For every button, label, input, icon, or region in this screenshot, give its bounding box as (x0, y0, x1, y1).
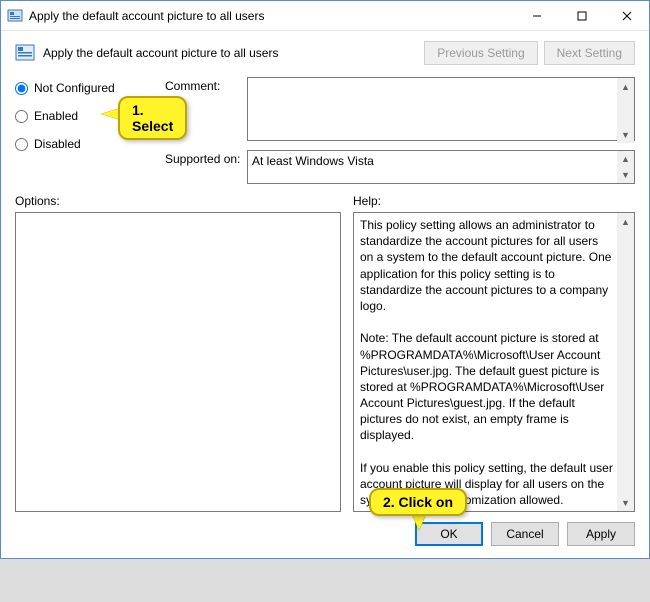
radio-disabled[interactable]: Disabled (15, 137, 165, 151)
radio-not-configured-input[interactable] (15, 82, 28, 95)
ok-button[interactable]: OK (415, 522, 483, 546)
help-label: Help: (353, 194, 381, 208)
comment-textarea[interactable] (247, 77, 635, 141)
radio-enabled-input[interactable] (15, 110, 28, 123)
options-panel (15, 212, 341, 512)
scroll-down-icon[interactable]: ▼ (617, 494, 634, 511)
scroll-up-icon[interactable]: ▲ (617, 151, 634, 167)
previous-setting-button[interactable]: Previous Setting (424, 41, 537, 65)
next-setting-button[interactable]: Next Setting (544, 41, 635, 65)
radio-disabled-label: Disabled (34, 137, 81, 151)
help-scrollbar[interactable]: ▲ ▼ (617, 213, 634, 511)
policy-title: Apply the default account picture to all… (43, 46, 424, 60)
supported-on-value: At least Windows Vista (247, 150, 635, 184)
minimize-button[interactable] (514, 1, 559, 30)
radio-not-configured-label: Not Configured (34, 81, 115, 95)
policy-icon (15, 43, 35, 63)
scroll-up-icon[interactable]: ▲ (617, 213, 634, 230)
comment-scrollbar[interactable]: ▲ ▼ (617, 78, 634, 143)
supported-scrollbar[interactable]: ▲ ▼ (617, 151, 634, 183)
help-panel: This policy setting allows an administra… (353, 212, 635, 512)
options-label: Options: (15, 194, 341, 208)
close-button[interactable] (604, 1, 649, 30)
window-title: Apply the default account picture to all… (29, 9, 514, 23)
radio-disabled-input[interactable] (15, 138, 28, 151)
titlebar[interactable]: Apply the default account picture to all… (1, 1, 649, 31)
cancel-button[interactable]: Cancel (491, 522, 559, 546)
app-icon (7, 8, 23, 24)
apply-button[interactable]: Apply (567, 522, 635, 546)
maximize-button[interactable] (559, 1, 604, 30)
comment-label: Comment: (165, 77, 247, 144)
content-area: Apply the default account picture to all… (1, 31, 649, 558)
gpo-settings-window: Apply the default account picture to all… (0, 0, 650, 559)
scroll-down-icon[interactable]: ▼ (617, 167, 634, 183)
scroll-up-icon[interactable]: ▲ (617, 78, 634, 95)
radio-enabled-label: Enabled (34, 109, 78, 123)
window-controls (514, 1, 649, 30)
radio-not-configured[interactable]: Not Configured (15, 81, 165, 95)
supported-on-label: Supported on: (165, 150, 247, 184)
radio-enabled[interactable]: Enabled (15, 109, 165, 123)
scroll-down-icon[interactable]: ▼ (617, 126, 634, 143)
